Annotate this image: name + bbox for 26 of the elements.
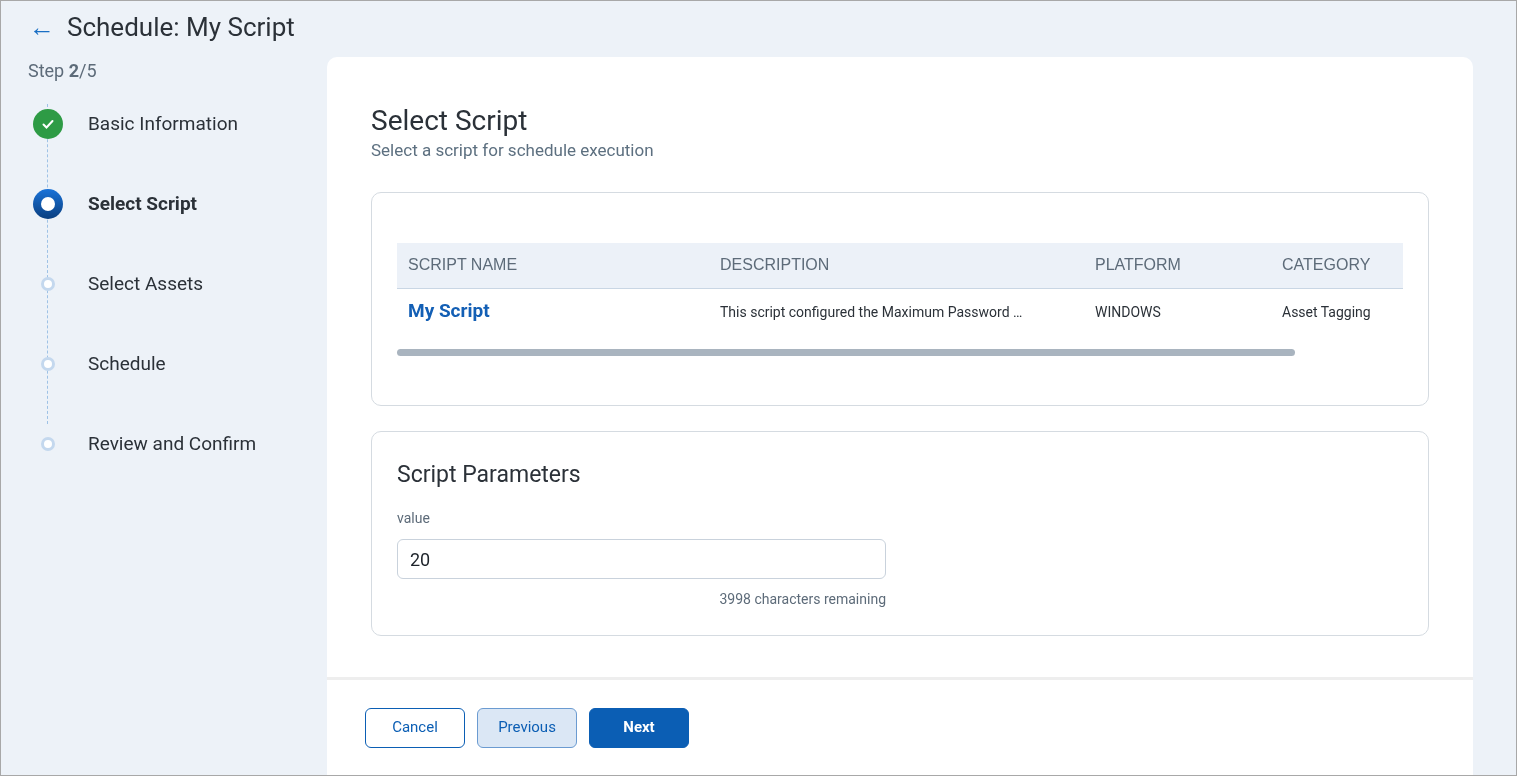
step-indicator: Step 2/5 [28, 60, 97, 81]
table-cell: This script configured the Maximum Password … [720, 303, 1023, 320]
scrollbar[interactable] [397, 348, 1295, 356]
step-label[interactable]: Basic Information [88, 109, 238, 139]
section-title: Select Script [371, 103, 529, 138]
step-label[interactable]: Select Assets [88, 269, 204, 299]
footer-button[interactable]: Previous [477, 707, 577, 748]
step-label[interactable]: Schedule [88, 349, 166, 379]
helper-text: 3998 characters remaining [719, 590, 886, 609]
table-cell: Asset Tagging [1282, 303, 1371, 320]
step-label[interactable]: Review and Confirm [88, 429, 257, 459]
script-name-link[interactable]: My Script [408, 299, 490, 323]
value-input[interactable]: 20 [397, 539, 886, 579]
table-cell: WINDOWS [1095, 303, 1161, 320]
step-label[interactable]: Select Script [88, 189, 197, 219]
section-subtitle: Select a script for schedule execution [371, 139, 655, 162]
column-header: DESCRIPTION [720, 256, 830, 273]
parameters-title: Script Parameters [397, 459, 582, 490]
page-title: Schedule: My Script [67, 10, 295, 44]
footer-button[interactable]: Next [589, 707, 689, 748]
column-header: CATEGORY [1282, 256, 1371, 273]
column-header: SCRIPT NAME [408, 256, 518, 273]
footer-button[interactable]: Cancel [365, 707, 465, 748]
back-button[interactable]: ← [29, 14, 55, 40]
column-header: PLATFORM [1095, 256, 1181, 273]
field-label: value [397, 509, 431, 528]
